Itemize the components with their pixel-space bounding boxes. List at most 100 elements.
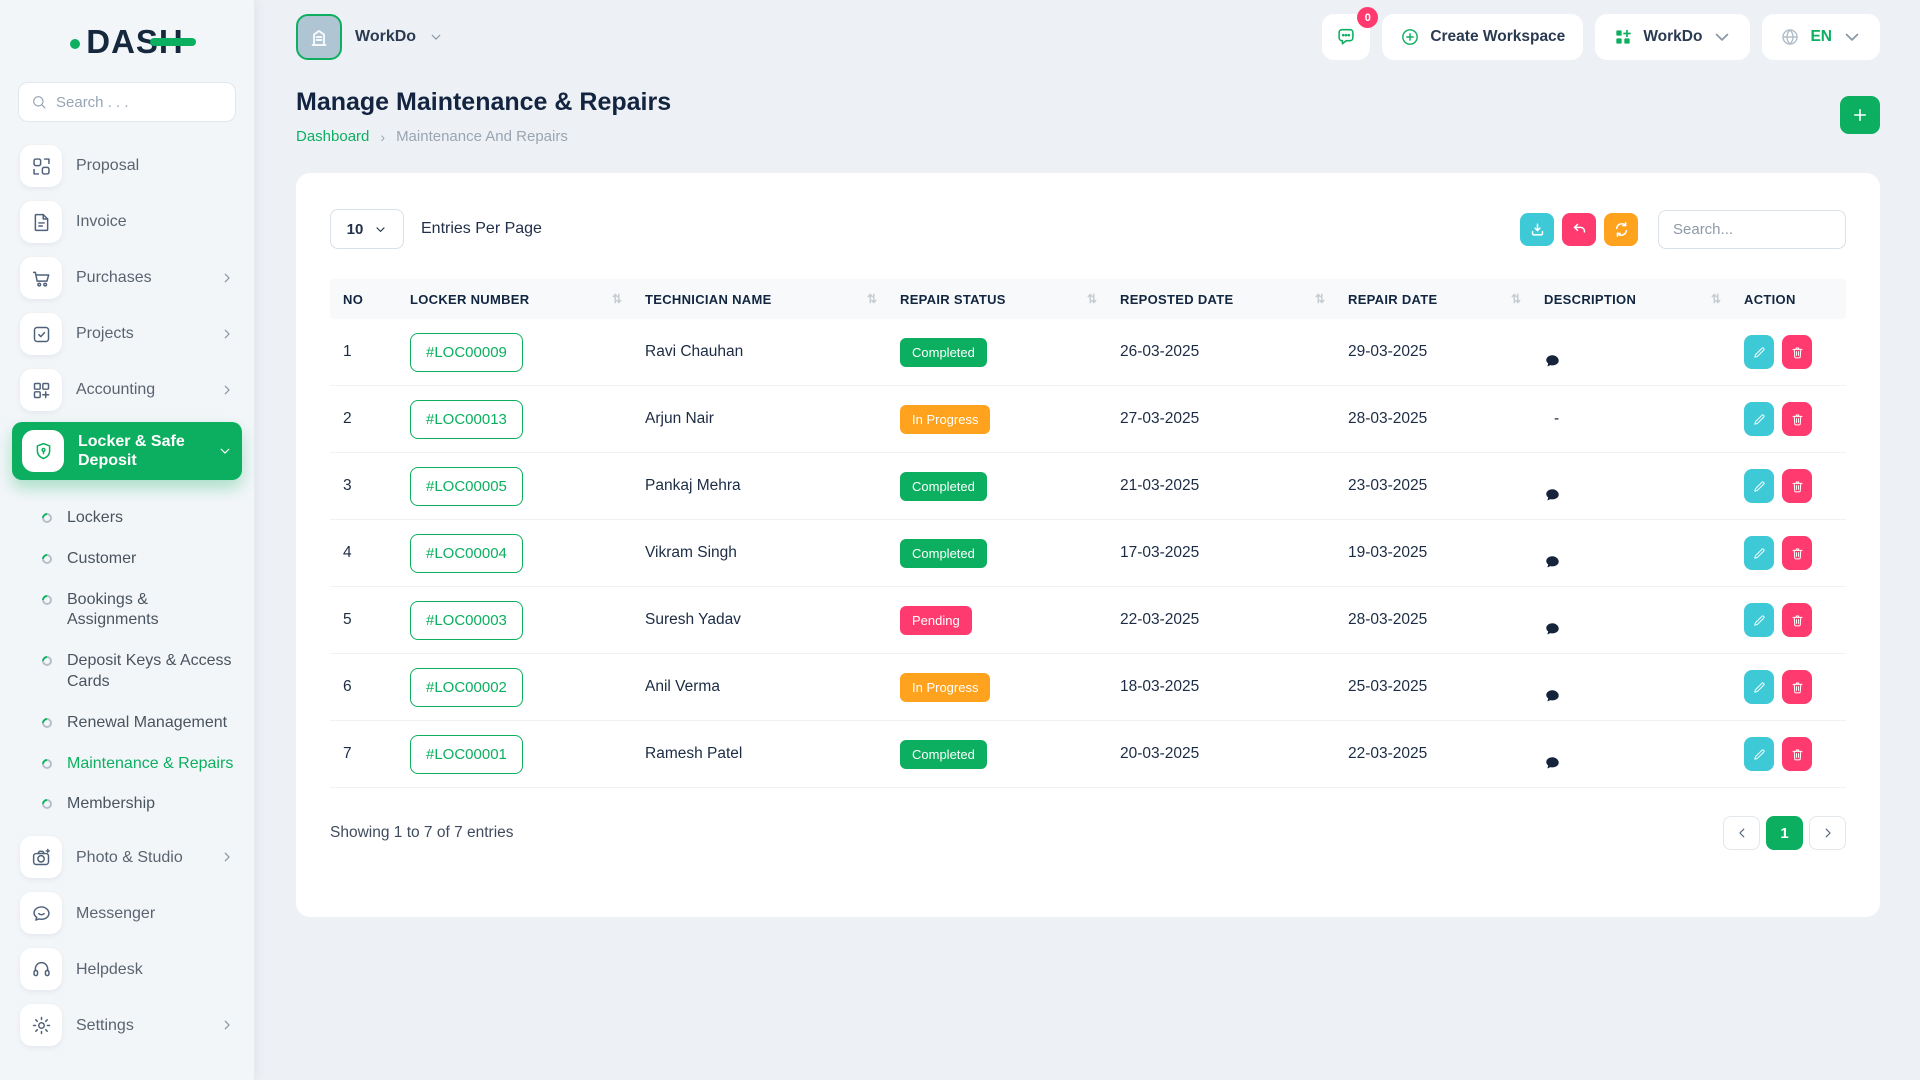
sidebar-item-settings[interactable]: Settings: [12, 1001, 242, 1049]
undo-button[interactable]: [1562, 213, 1596, 246]
cell-description: [1544, 737, 1744, 772]
delete-button[interactable]: [1782, 536, 1812, 570]
sidebar-item-photo-studio[interactable]: Photo & Studio: [12, 833, 242, 881]
workspace-selector[interactable]: WorkDo: [296, 14, 443, 60]
table-row: 5 #LOC00003 Suresh Yadav Pending 22-03-2…: [330, 587, 1846, 654]
trash-icon: [1790, 345, 1805, 360]
locker-number-chip[interactable]: #LOC00001: [410, 735, 523, 774]
sidebar-subitem-membership[interactable]: Membership: [26, 784, 242, 825]
sidebar-item-helpdesk[interactable]: Helpdesk: [12, 945, 242, 993]
pagination-page-1-button[interactable]: 1: [1766, 816, 1803, 850]
repair-status-badge: Completed: [900, 740, 987, 769]
locker-number-chip[interactable]: #LOC00013: [410, 400, 523, 439]
pagination-prev-button[interactable]: [1723, 816, 1760, 850]
locker-number-chip[interactable]: #LOC00002: [410, 668, 523, 707]
sidebar: DASH Proposal Invoice Purchases Projects…: [0, 0, 254, 1080]
sidebar-subitem-lockers[interactable]: Lockers: [26, 498, 242, 539]
sidebar-subitem-customer[interactable]: Customer: [26, 539, 242, 580]
edit-button[interactable]: [1744, 670, 1774, 704]
sidebar-item-messenger[interactable]: Messenger: [12, 889, 242, 937]
note-icon[interactable]: [1544, 487, 1744, 504]
cell-repair-date: 19-03-2025: [1348, 544, 1544, 562]
breadcrumb-dashboard-link[interactable]: Dashboard: [296, 128, 369, 145]
messages-button[interactable]: 0: [1322, 14, 1370, 60]
edit-button[interactable]: [1744, 402, 1774, 436]
cell-description: -: [1544, 410, 1744, 428]
sidebar-subitem-renewal-management[interactable]: Renewal Management: [26, 703, 242, 744]
delete-button[interactable]: [1782, 469, 1812, 503]
sidebar-item-invoice[interactable]: Invoice: [12, 198, 242, 246]
column-header-description[interactable]: DESCRIPTION ⇅: [1544, 292, 1744, 307]
locker-number-chip[interactable]: #LOC00003: [410, 601, 523, 640]
delete-button[interactable]: [1782, 670, 1812, 704]
refresh-button[interactable]: [1604, 213, 1638, 246]
delete-button[interactable]: [1782, 737, 1812, 771]
sort-icon[interactable]: ⇅: [1711, 292, 1720, 306]
entries-per-page-select[interactable]: 10: [330, 209, 404, 249]
sidebar-subitem-label: Deposit Keys & Access Cards: [67, 651, 238, 693]
language-label: EN: [1810, 28, 1832, 46]
delete-button[interactable]: [1782, 335, 1812, 369]
cell-technician-name: Vikram Singh: [645, 544, 900, 562]
note-icon[interactable]: [1544, 688, 1744, 705]
pencil-icon: [1752, 479, 1767, 494]
logo[interactable]: DASH: [0, 20, 254, 64]
sort-icon[interactable]: ⇅: [1087, 292, 1096, 306]
edit-button[interactable]: [1744, 335, 1774, 369]
sort-icon[interactable]: ⇅: [612, 292, 621, 306]
edit-button[interactable]: [1744, 737, 1774, 771]
cell-no: 7: [330, 745, 410, 763]
column-header-action[interactable]: ACTION: [1744, 292, 1846, 307]
locker-number-chip[interactable]: #LOC00009: [410, 333, 523, 372]
sidebar-item-label: Projects: [76, 324, 134, 343]
table-footer: Showing 1 to 7 of 7 entries 1: [330, 816, 1846, 850]
column-header-repair-date[interactable]: REPAIR DATE ⇅: [1348, 292, 1544, 307]
sort-icon[interactable]: ⇅: [867, 292, 876, 306]
sort-icon[interactable]: ⇅: [1315, 292, 1324, 306]
add-record-button[interactable]: [1840, 96, 1880, 134]
column-header-repair-status[interactable]: REPAIR STATUS ⇅: [900, 292, 1120, 307]
note-icon[interactable]: [1544, 554, 1744, 571]
helpdesk-icon: [20, 948, 62, 990]
sidebar-item-accounting[interactable]: Accounting: [12, 366, 242, 414]
create-workspace-button[interactable]: Create Workspace: [1382, 14, 1583, 60]
delete-button[interactable]: [1782, 402, 1812, 436]
edit-button[interactable]: [1744, 603, 1774, 637]
column-header-reposted-date[interactable]: REPOSTED DATE ⇅: [1120, 292, 1348, 307]
pagination-next-button[interactable]: [1809, 816, 1846, 850]
note-icon[interactable]: [1544, 755, 1744, 772]
note-icon[interactable]: [1544, 621, 1744, 638]
sort-icon[interactable]: ⇅: [1511, 292, 1520, 306]
sidebar-subitem-maintenance-repairs[interactable]: Maintenance & Repairs: [26, 744, 242, 785]
workdo-menu-button[interactable]: WorkDo: [1595, 14, 1750, 60]
logo-text: DASH: [70, 23, 184, 61]
sidebar-subitem-deposit-keys-access-cards[interactable]: Deposit Keys & Access Cards: [26, 641, 242, 703]
sidebar-item-proposal[interactable]: Proposal: [12, 142, 242, 190]
search-input[interactable]: [56, 94, 223, 111]
chevron-right-icon: [220, 383, 234, 397]
column-header-technician-name[interactable]: TECHNICIAN NAME ⇅: [645, 292, 900, 307]
edit-button[interactable]: [1744, 469, 1774, 503]
sidebar-item-projects[interactable]: Projects: [12, 310, 242, 358]
sidebar-item-label: Accounting: [76, 380, 155, 399]
locker-number-chip[interactable]: #LOC00005: [410, 467, 523, 506]
sidebar-item-purchases[interactable]: Purchases: [12, 254, 242, 302]
repair-status-badge: Completed: [900, 338, 987, 367]
repair-status-badge: In Progress: [900, 673, 990, 702]
edit-button[interactable]: [1744, 536, 1774, 570]
note-icon[interactable]: [1544, 353, 1744, 370]
column-header-locker-number[interactable]: LOCKER NUMBER ⇅: [410, 292, 645, 307]
sidebar-subitem-bookings-assignments[interactable]: Bookings & Assignments: [26, 580, 242, 642]
language-selector[interactable]: EN: [1762, 14, 1880, 60]
export-download-button[interactable]: [1520, 213, 1554, 246]
table-search-input[interactable]: [1658, 210, 1846, 249]
sidebar-item-locker-safe-deposit[interactable]: Locker & Safe Deposit: [12, 422, 242, 480]
delete-button[interactable]: [1782, 603, 1812, 637]
repair-status-badge: Completed: [900, 539, 987, 568]
sidebar-item-label: Proposal: [76, 156, 139, 175]
column-header-no[interactable]: NO: [330, 292, 410, 307]
sidebar-search[interactable]: [18, 82, 236, 122]
plus-icon: [1851, 106, 1869, 124]
projects-icon: [20, 313, 62, 355]
locker-number-chip[interactable]: #LOC00004: [410, 534, 523, 573]
